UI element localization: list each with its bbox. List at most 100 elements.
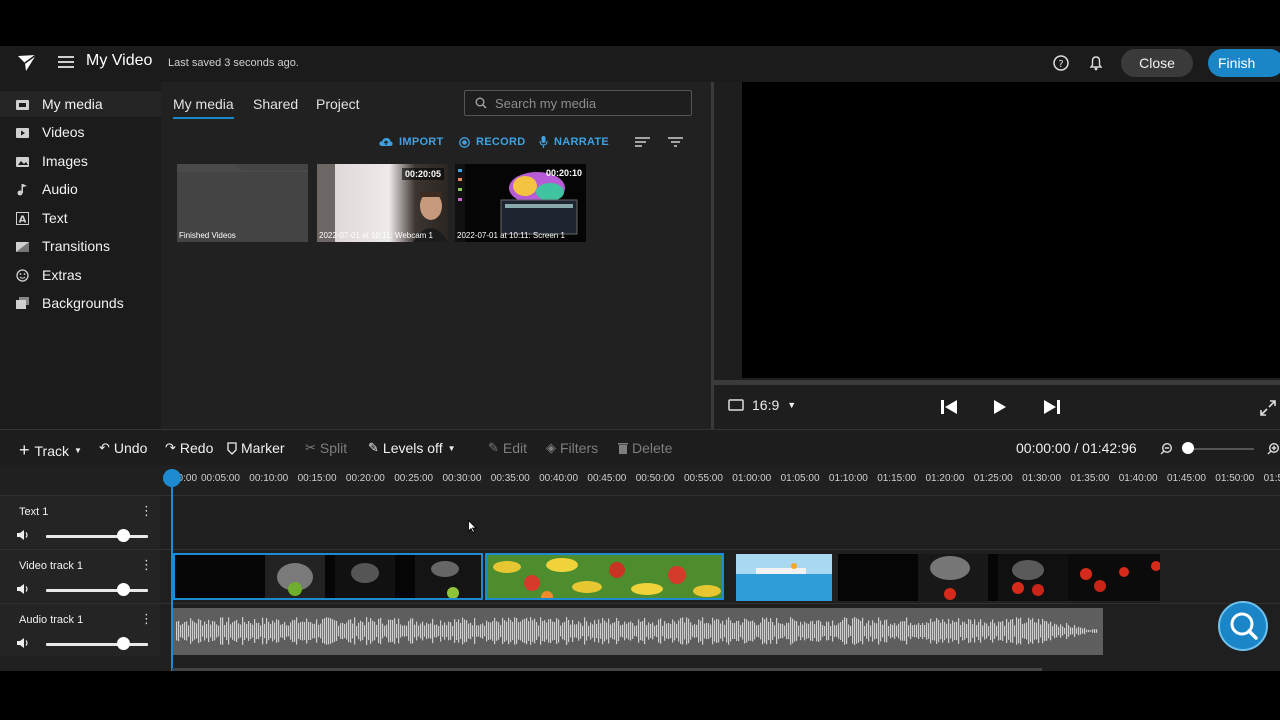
split-label: Split (319, 440, 348, 456)
play-icon[interactable] (993, 399, 1007, 415)
skip-forward-icon[interactable] (1043, 399, 1061, 415)
image-icon (16, 155, 29, 168)
ruler-tick-label: 00:10:00 (249, 473, 289, 484)
ruler-tick-label: 01:45:00 (1167, 473, 1206, 484)
redo-button[interactable]: ↷ Redo (165, 440, 213, 456)
library-sidebar: My media Videos Images Audio A Text Trans… (0, 82, 161, 429)
volume-icon[interactable] (17, 637, 29, 649)
filter-drop-icon: ◈ (546, 440, 556, 455)
playhead-line[interactable] (171, 483, 173, 671)
more-options-icon[interactable]: ⋮ (140, 503, 153, 519)
zoom-slider-track[interactable] (1188, 448, 1254, 450)
media-item-screen[interactable]: 00:20:10 2022-07-01 at 10:11: Screen 1 (455, 164, 586, 242)
search-icon (475, 97, 487, 109)
volume-slider-handle[interactable] (117, 637, 130, 650)
ruler-tick-label: 00:50:00 (635, 473, 675, 484)
search-input[interactable]: Search my media (464, 90, 692, 116)
sort-icon[interactable] (635, 137, 651, 147)
app-logo-icon[interactable] (17, 54, 37, 72)
timeline-ruler[interactable]: 00:00 00:05:00 00:10:00 00:15:00 00:20:00 00:… (172, 467, 1280, 489)
volume-slider-handle[interactable] (117, 583, 130, 596)
track-menu-button[interactable]: + Track ▼ (19, 440, 82, 461)
zoom-slider-handle[interactable] (1182, 442, 1194, 454)
text-track-lane[interactable] (160, 495, 1280, 548)
volume-icon[interactable] (17, 583, 29, 595)
text-icon: A (16, 211, 29, 225)
audio-clip[interactable] (173, 608, 1103, 655)
volume-slider-handle[interactable] (117, 529, 130, 542)
track-name: Audio track 1 (19, 614, 84, 626)
video-clip-pool[interactable] (736, 554, 832, 601)
video-clip-apple-splash[interactable] (173, 553, 483, 600)
finish-button[interactable]: Finish (1208, 49, 1280, 77)
more-options-icon[interactable]: ⋮ (140, 611, 153, 627)
project-title[interactable]: My Video (86, 52, 152, 70)
ruler-tick-label: 01:35:00 (1070, 473, 1110, 484)
edit-label: Edit (502, 440, 528, 456)
aspect-ratio-value: 16:9 (752, 397, 780, 413)
skip-back-icon[interactable] (940, 399, 958, 415)
track-header-video-1: Video track 1 ⋮ (0, 549, 160, 602)
delete-button[interactable]: Delete (618, 440, 672, 456)
sidebar-item-text[interactable]: A Text (0, 205, 161, 231)
sidebar-item-transitions[interactable]: Transitions (0, 233, 161, 259)
timeline-horizontal-scrollbar[interactable] (172, 668, 1042, 671)
close-button[interactable]: Close (1121, 49, 1193, 77)
audio-track-lane[interactable] (160, 603, 1280, 656)
tab-my-media[interactable]: My media (173, 96, 234, 119)
track-header-audio-1: Audio track 1 ⋮ (0, 603, 160, 656)
ruler-tick-label: 00:25:00 (394, 473, 434, 484)
notification-bell-icon[interactable] (1087, 54, 1105, 72)
sidebar-item-extras[interactable]: Extras (0, 262, 161, 288)
sidebar-item-audio[interactable]: Audio (0, 176, 161, 202)
video-clip-vegetables[interactable] (485, 553, 724, 600)
ruler-tick-label: 01:50:00 (1215, 473, 1255, 484)
music-note-icon (16, 183, 29, 196)
ruler-tick-label: 01:20:00 (925, 473, 965, 484)
narrate-button[interactable]: NARRATE (539, 136, 609, 148)
help-icon[interactable]: ? (1052, 54, 1070, 72)
undo-button[interactable]: ↶ Undo (99, 440, 147, 456)
ruler-tick-label: 01:30:00 (1022, 473, 1062, 484)
marker-button[interactable]: Marker (227, 440, 285, 456)
edit-button[interactable]: ✎ Edit (488, 440, 527, 456)
media-item-folder[interactable]: Finished Videos (177, 164, 308, 242)
sidebar-item-videos[interactable]: Videos (0, 119, 161, 145)
fullscreen-icon[interactable] (1260, 400, 1276, 416)
sidebar-item-images[interactable]: Images (0, 148, 161, 174)
hamburger-menu-icon[interactable] (58, 56, 74, 70)
chevron-down-icon: ▼ (447, 443, 456, 453)
media-item-webcam[interactable]: 00:20:05 2022-07-01 at 10:11: Webcam 1 (317, 164, 448, 242)
volume-slider-track[interactable] (46, 589, 148, 592)
sidebar-item-backgrounds[interactable]: Backgrounds (0, 290, 161, 316)
media-item-caption: 2022-07-01 at 10:11: Webcam 1 (319, 231, 433, 240)
filters-button[interactable]: ◈ Filters (546, 440, 598, 456)
aspect-ratio-select[interactable]: 16:9 ▼ (728, 397, 796, 413)
levels-button[interactable]: ✎ Levels off ▼ (368, 440, 456, 456)
redo-icon: ↷ (165, 440, 176, 455)
sidebar-item-my-media[interactable]: My media (0, 91, 161, 117)
pencil-icon: ✎ (368, 440, 379, 455)
preview-progress-bar[interactable] (714, 380, 1280, 385)
video-track-lane[interactable] (160, 549, 1280, 602)
sidebar-item-label: Extras (42, 267, 82, 283)
more-options-icon[interactable]: ⋮ (140, 557, 153, 573)
zoom-in-icon[interactable] (1267, 442, 1280, 455)
import-button[interactable]: IMPORT (379, 136, 444, 148)
volume-icon[interactable] (17, 529, 29, 541)
plus-icon: + (19, 440, 30, 460)
zoom-out-icon[interactable] (1160, 442, 1173, 455)
video-preview-screen[interactable] (742, 82, 1280, 378)
filter-icon[interactable] (668, 137, 684, 147)
volume-slider-track[interactable] (46, 535, 148, 538)
sidebar-item-label: Transitions (42, 238, 110, 254)
search-icon (1230, 612, 1258, 640)
video-clip-tomato-splash[interactable] (838, 554, 1160, 601)
tab-shared[interactable]: Shared (253, 96, 298, 112)
help-search-button[interactable] (1218, 601, 1268, 651)
tab-project[interactable]: Project (316, 96, 360, 112)
volume-slider-track[interactable] (46, 643, 148, 646)
record-button[interactable]: RECORD (459, 136, 525, 148)
import-label: IMPORT (399, 136, 444, 148)
split-button[interactable]: ✂ Split (305, 440, 347, 456)
